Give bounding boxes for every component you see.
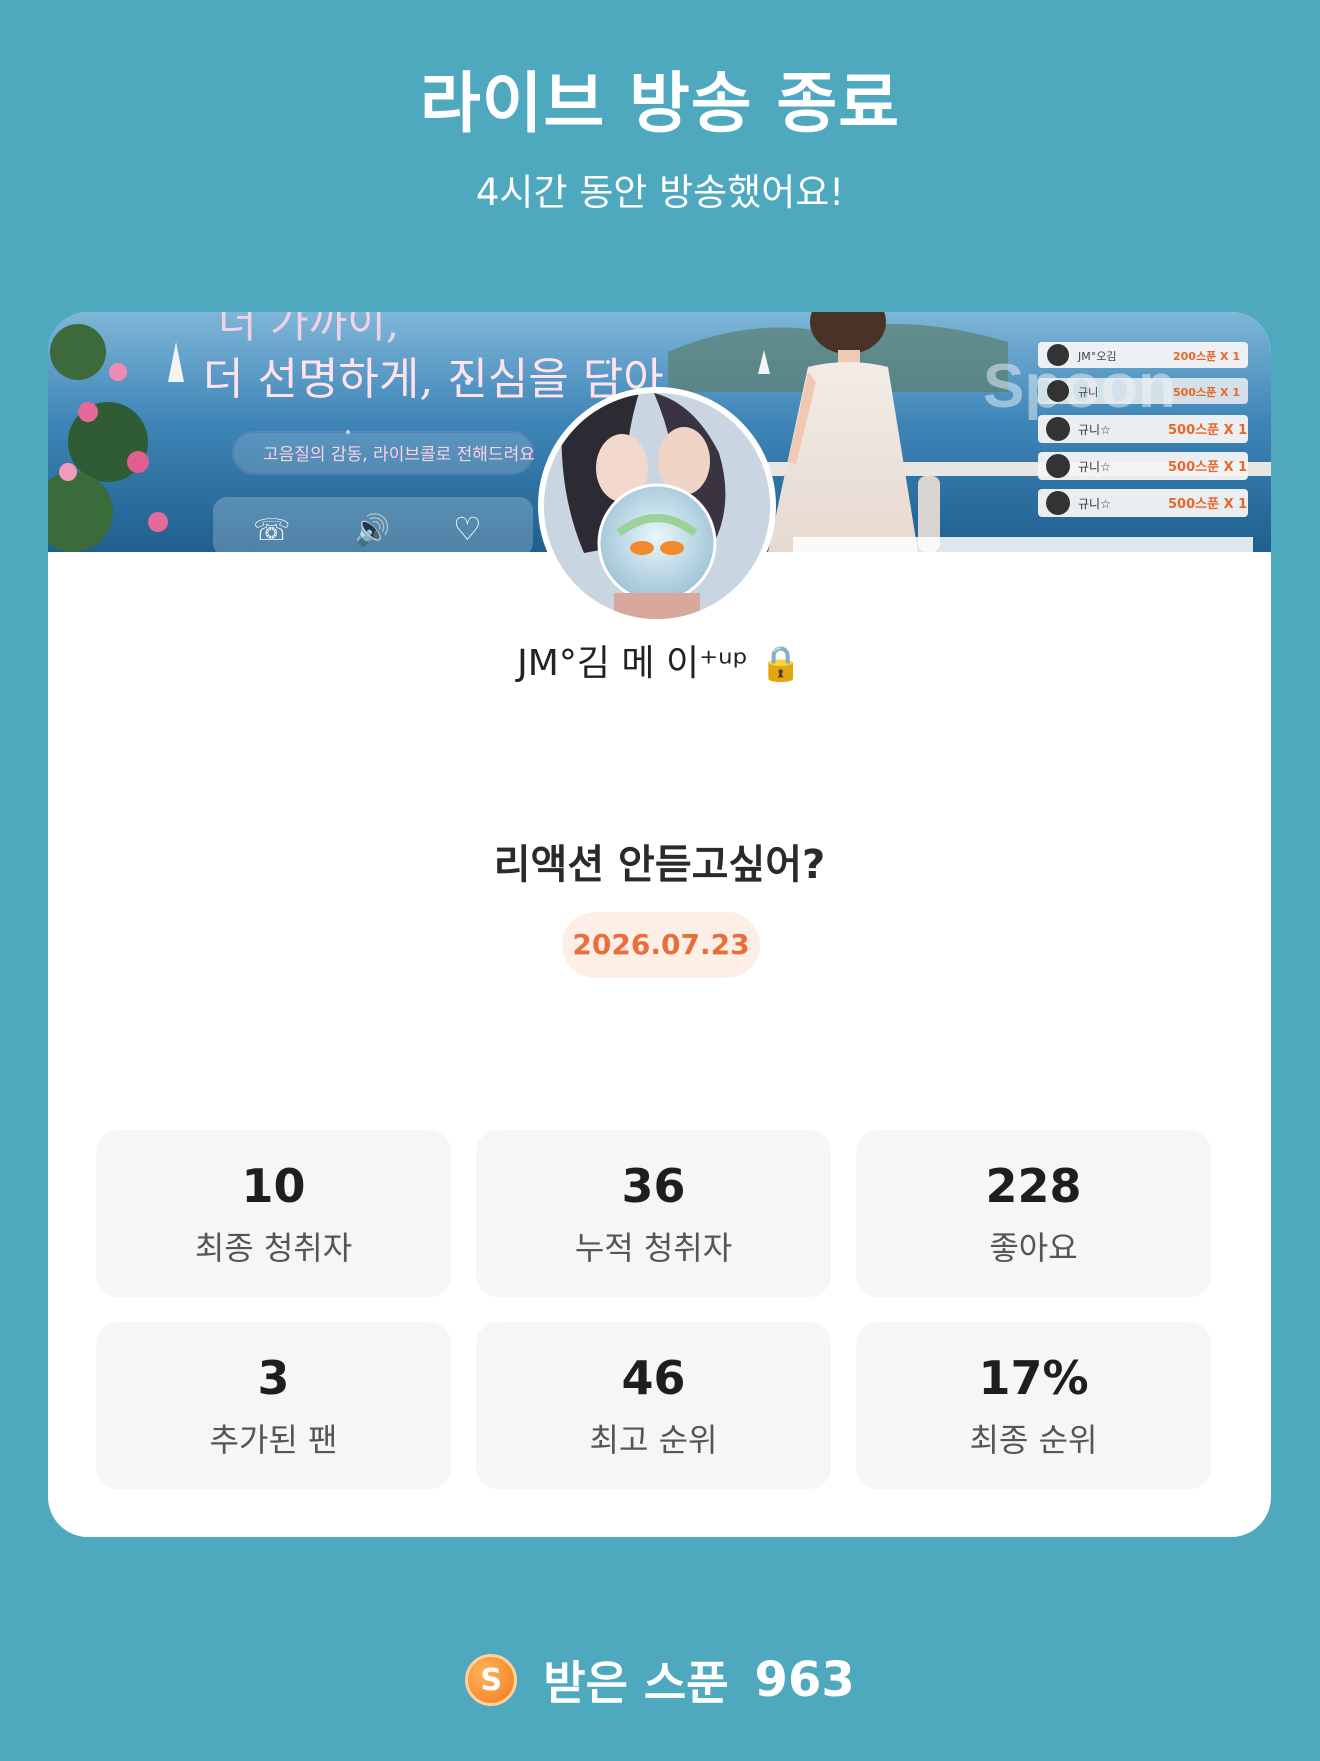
stat-value: 17% (978, 1350, 1089, 1405)
gift-amount: 200스푼 X 1 (1173, 350, 1240, 363)
gift-amount: 500스푼 X 1 (1168, 497, 1247, 512)
stat-label: 최종 청취자 (194, 1228, 353, 1267)
gift-user: 규니☆ (1078, 423, 1111, 437)
stat-final-rank: 17% 최종 순위 (856, 1322, 1211, 1489)
broadcast-end-screen: 라이브 방송 종료 4시간 동안 방송했어요! 더 가까이, 더 선명하게, 진… (0, 0, 1320, 1761)
received-spoons: S 받은 스푼 963 (0, 1645, 1320, 1715)
broadcast-duration: 4시간 동안 방송했어요! (475, 171, 845, 214)
gift-user: JM°오김 (1077, 350, 1116, 363)
stat-new-fans: 3 추가된 팬 (96, 1322, 451, 1489)
gift-amount: 500스푼 X 1 (1173, 386, 1240, 399)
lock-icon: 🔒 (759, 644, 802, 684)
spoons-label: 받은 스푼 (543, 1656, 729, 1710)
stat-label: 최종 순위 (969, 1420, 1098, 1459)
banner-headline-top: 더 가까이, (218, 312, 399, 347)
stat-best-rank: 46 최고 순위 (476, 1322, 831, 1489)
banner-headline: 더 선명하게, 진심을 담아 (203, 354, 664, 405)
stat-value: 228 (985, 1158, 1082, 1213)
banner-speaker-icon: 🔊 (353, 511, 390, 548)
gift-user: 규니☆ (1078, 460, 1111, 474)
stat-total-listeners: 36 누적 청취자 (476, 1130, 831, 1297)
stat-final-listeners: 10 최종 청취자 (96, 1130, 451, 1297)
spoon-coin-icon: S (465, 1654, 518, 1706)
profile-avatar[interactable] (538, 387, 776, 625)
banner-tagline: 고음질의 감동, 라이브콜로 전해드려요 (263, 445, 535, 465)
dj-nickname: JM°김 메 이⁺ᵘᵖ 🔒 (48, 634, 1271, 686)
gift-amount: 500스푼 X 1 (1168, 460, 1247, 475)
stat-value: 10 (241, 1158, 306, 1213)
stat-value: 46 (621, 1350, 686, 1405)
gift-user: 규니 (1078, 386, 1098, 399)
stat-label: 추가된 팬 (209, 1420, 338, 1459)
stat-value: 36 (621, 1158, 686, 1213)
stat-label: 좋아요 (989, 1228, 1078, 1267)
gift-amount: 500스푼 X 1 (1168, 423, 1247, 438)
stat-likes: 228 좋아요 (856, 1130, 1211, 1297)
gift-user: 규니☆ (1078, 497, 1111, 511)
broadcast-title: 리액션 안듣고싶어? (493, 842, 826, 888)
stat-value: 3 (257, 1350, 290, 1405)
broadcast-date-badge: 2026.07.23 (562, 912, 760, 978)
stats-grid: 10 최종 청취자 36 누적 청취자 228 좋아요 3 추가된 팬 46 최… (96, 1130, 1211, 1489)
stat-label: 누적 청취자 (574, 1228, 733, 1267)
stat-label: 최고 순위 (589, 1420, 718, 1459)
banner-heart-icon: ♡ (453, 510, 482, 548)
spoons-count: 963 (754, 1652, 855, 1708)
nickname-text: JM°김 메 이⁺ᵘᵖ (517, 643, 749, 684)
summary-card: 더 가까이, 더 선명하게, 진심을 담아 고음질의 감동, 라이브콜로 전해드… (48, 312, 1271, 1537)
banner-phone-icon: ☏ (253, 513, 291, 548)
page-title: 라이브 방송 종료 (420, 65, 900, 142)
